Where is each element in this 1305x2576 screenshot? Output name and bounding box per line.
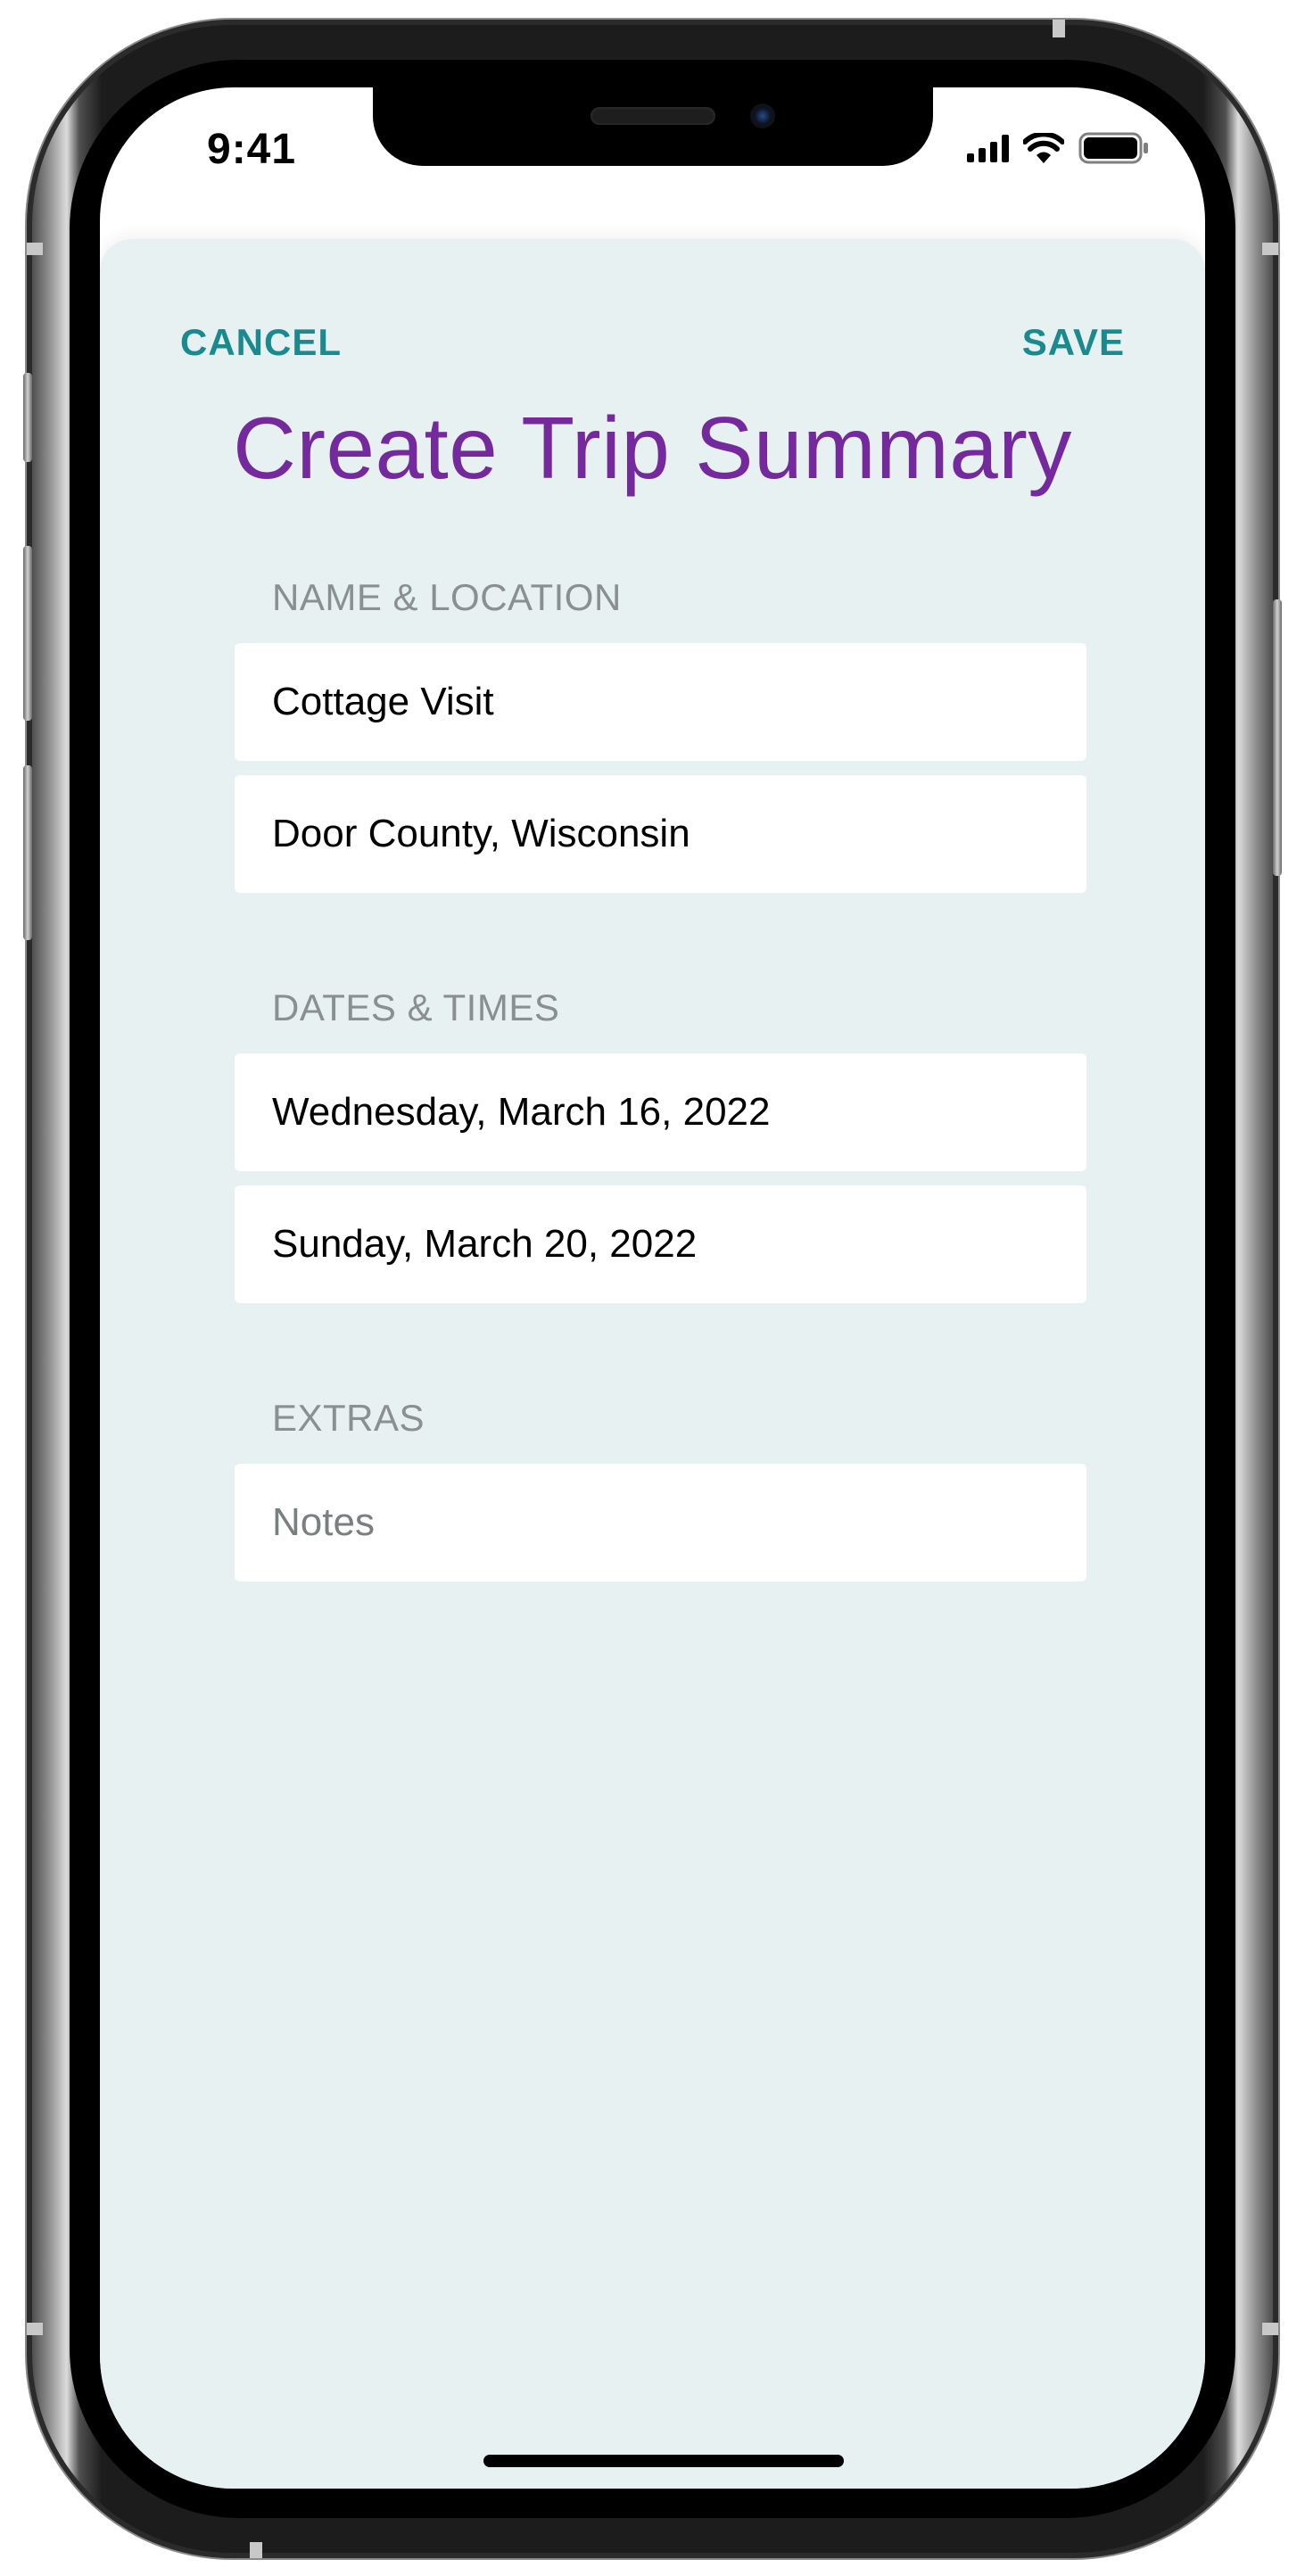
front-camera <box>750 103 775 128</box>
section-label-extras: EXTRAS <box>272 1397 425 1439</box>
section-label-name-location: NAME & LOCATION <box>272 576 622 618</box>
screen: 9:41 CANCEL SAVE Create Trip Summary NAM… <box>100 87 1205 2489</box>
section-label-dates-times: DATES & TIMES <box>272 987 560 1028</box>
volume-up-button <box>23 546 32 721</box>
antenna-line <box>27 243 43 255</box>
wifi-icon <box>1023 133 1064 163</box>
notes-field[interactable]: Notes <box>235 1464 1086 1581</box>
antenna-line <box>1262 243 1278 255</box>
page-title: Create Trip Summary <box>233 399 1072 497</box>
earpiece-speaker <box>591 107 715 125</box>
location-field[interactable]: Door County, Wisconsin <box>235 775 1086 893</box>
antenna-line <box>250 2542 262 2558</box>
save-button[interactable]: SAVE <box>1022 321 1125 364</box>
trip-name-field[interactable]: Cottage Visit <box>235 643 1086 761</box>
antenna-line <box>1262 2323 1278 2335</box>
status-icons <box>967 132 1150 164</box>
silent-switch <box>23 373 32 462</box>
cancel-button[interactable]: CANCEL <box>180 321 342 364</box>
power-button <box>1273 599 1282 876</box>
notch <box>373 87 933 166</box>
trip-summary-sheet: CANCEL SAVE Create Trip Summary NAME & L… <box>100 239 1205 2489</box>
status-bar: 9:41 <box>100 87 1205 230</box>
antenna-line <box>27 2323 43 2335</box>
antenna-line <box>1053 20 1065 37</box>
home-indicator[interactable] <box>483 2455 844 2467</box>
end-date-field[interactable]: Sunday, March 20, 2022 <box>235 1185 1086 1303</box>
status-time: 9:41 <box>207 126 297 173</box>
volume-down-button <box>23 765 32 940</box>
start-date-field[interactable]: Wednesday, March 16, 2022 <box>235 1053 1086 1171</box>
cellular-signal-icon <box>967 134 1009 162</box>
battery-icon <box>1078 132 1148 164</box>
